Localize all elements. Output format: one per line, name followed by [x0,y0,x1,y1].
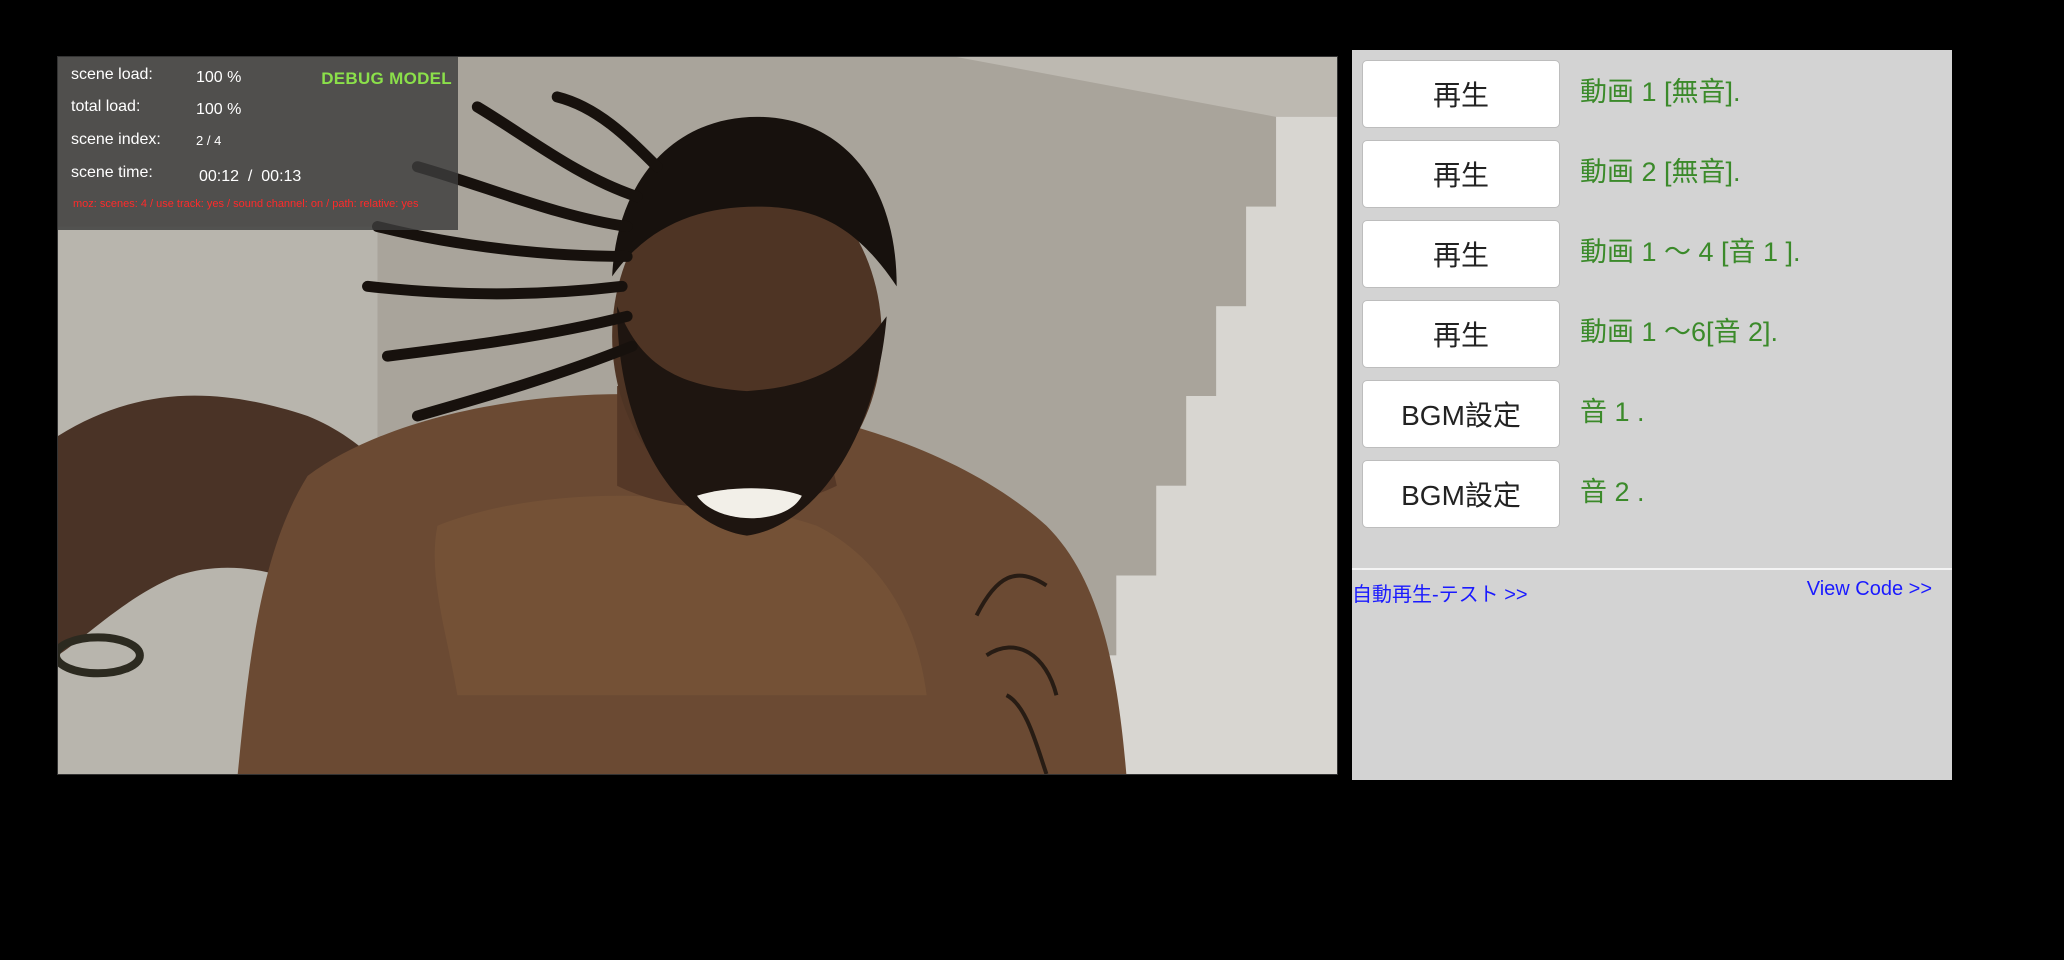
scene-load-value: 100 % [196,69,242,86]
control-description: 音 2 . [1580,477,1645,507]
total-load-label: total load: [71,98,141,115]
debug-title: DEBUG MODEL [321,69,452,88]
debug-overlay: scene load: 100 % DEBUG MODEL total load… [58,57,458,230]
bgm-setting-1-button[interactable]: BGM設定 [1362,380,1560,448]
scene-index-value: 2 / 4 [196,133,222,148]
scene-time-label: scene time: [71,164,153,181]
play-video-1-6-sound-2-button[interactable]: 再生 [1362,300,1560,368]
divider [1352,568,1952,570]
control-row: 再生 動画 1 〜 4 [音 1 ]. [1362,220,1942,288]
view-code-link[interactable]: View Code >> [1807,578,1932,601]
control-row: BGM設定 音 1 . [1362,380,1942,448]
control-description: 音 1 . [1580,397,1645,427]
control-row: 再生 動画 2 [無音]. [1362,140,1942,208]
scene-index-label: scene index: [71,131,161,148]
control-description: 動画 1 〜6[音 2]. [1580,317,1779,347]
control-row: 再生 動画 1 〜6[音 2]. [1362,300,1942,368]
video-player[interactable]: scene load: 100 % DEBUG MODEL total load… [57,56,1338,775]
bgm-setting-2-button[interactable]: BGM設定 [1362,460,1560,528]
scene-load-label: scene load: [71,66,153,83]
control-description: 動画 1 [無音]. [1580,77,1741,107]
control-description: 動画 1 〜 4 [音 1 ]. [1580,237,1801,267]
control-panel: 再生 動画 1 [無音]. 再生 動画 2 [無音]. 再生 動画 1 〜 4 … [1352,50,1952,780]
control-row: 再生 動画 1 [無音]. [1362,60,1942,128]
play-video-1-button[interactable]: 再生 [1362,60,1560,128]
play-video-2-button[interactable]: 再生 [1362,140,1560,208]
autoplay-test-link[interactable]: 自動再生-テスト >> [1352,578,1528,607]
scene-time-value: 00:12 / 00:13 [199,168,302,185]
control-row: BGM設定 音 2 . [1362,460,1942,528]
debug-info-text: moz: scenes: 4 / use track: yes / sound … [73,198,419,210]
play-video-1-4-sound-1-button[interactable]: 再生 [1362,220,1560,288]
total-load-value: 100 % [196,101,242,118]
control-description: 動画 2 [無音]. [1580,157,1741,187]
